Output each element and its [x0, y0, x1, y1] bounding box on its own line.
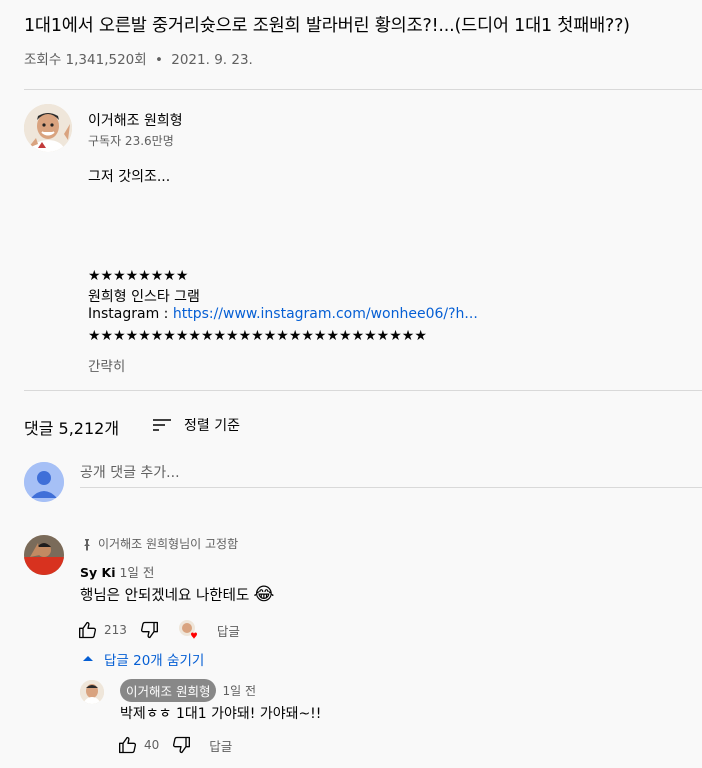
reply-like-count: 40: [144, 738, 160, 752]
description-stars-long: ★★★★★★★★★★★★★★★★★★★★★★★★★★★: [88, 328, 427, 344]
reply-author-avatar[interactable]: [80, 680, 104, 704]
divider-top: [24, 89, 702, 90]
upload-date: 2021. 9. 23.: [171, 52, 253, 68]
dislike-button[interactable]: [137, 618, 161, 642]
description-line1: 그저 갓의조...: [88, 169, 171, 185]
hide-replies-toggle[interactable]: 답글 20개 숨기기: [80, 649, 204, 669]
pinned-indicator: 이거해조 원희형님이 고정함: [80, 535, 238, 552]
reply-actions: 40 답글: [116, 733, 232, 757]
description-insta-label: 원희형 인스타 그램: [88, 289, 200, 305]
like-count: 213: [104, 623, 127, 637]
video-title: 1대1에서 오른발 중거리슛으로 조원희 발라버린 황의조?!...(드디어 1…: [24, 16, 630, 36]
description-insta-line: Instagram : https://www.instagram.com/wo…: [88, 306, 478, 322]
pinned-label: 이거해조 원희형님이 고정함: [98, 537, 239, 551]
thumbs-down-icon: [173, 736, 191, 754]
thumbs-down-icon: [140, 621, 158, 639]
sort-button[interactable]: 정렬 기준: [150, 413, 240, 437]
sort-label: 정렬 기준: [184, 418, 240, 434]
comment-time[interactable]: 1일 전: [119, 565, 154, 580]
laughing-emoji-icon: 😂: [253, 584, 275, 605]
reply-author-line: 이거해조 원희형 1일 전: [120, 679, 256, 702]
divider-description: [24, 390, 702, 391]
reply-time[interactable]: 1일 전: [222, 682, 256, 699]
comments-count: 댓글 5,212개: [24, 419, 120, 438]
add-comment-input[interactable]: 공개 댓글 추가...: [80, 462, 702, 488]
insta-prefix: Instagram :: [88, 306, 173, 322]
reply-reply-button[interactable]: 답글: [209, 736, 232, 755]
subscriber-count: 구독자 23.6만명: [88, 134, 174, 148]
comment-actions: 213 답글: [76, 618, 240, 642]
thumbs-up-icon: [119, 736, 137, 754]
description-stars-short: ★★★★★★★★: [88, 268, 189, 284]
reply-dislike-button[interactable]: [169, 733, 193, 757]
reply-button[interactable]: 답글: [217, 621, 240, 640]
chevron-up-icon: [80, 651, 96, 667]
pin-icon: [80, 537, 94, 551]
meta-separator: •: [154, 52, 163, 68]
reply-like-button[interactable]: [116, 733, 140, 757]
comment-text: 행님은 안되겠네요 나한테도 😂: [80, 584, 274, 605]
show-less-button[interactable]: 간략히: [88, 355, 125, 375]
channel-avatar[interactable]: [24, 104, 72, 152]
user-avatar: [24, 462, 64, 502]
instagram-link[interactable]: https://www.instagram.com/wonhee06/?h...: [173, 306, 478, 322]
comment-body: 행님은 안되겠네요 나한테도: [80, 588, 250, 604]
channel-name[interactable]: 이거해조 원희형: [88, 110, 183, 130]
thumbs-up-icon: [79, 621, 97, 639]
sort-icon: [150, 413, 174, 437]
video-meta: 조회수 1,341,520회 • 2021. 9. 23.: [24, 48, 253, 68]
reply-author-badge[interactable]: 이거해조 원희형: [120, 679, 217, 702]
like-button[interactable]: [76, 618, 100, 642]
creator-heart-icon: [177, 618, 201, 642]
comment-author[interactable]: Sy Ki: [80, 565, 115, 580]
comment-author-line: Sy Ki 1일 전: [80, 562, 154, 581]
view-count: 조회수 1,341,520회: [24, 52, 147, 68]
reply-text: 박제ㅎㅎ 1대1 가야돼! 가야돼~!!: [120, 706, 322, 722]
hide-replies-label: 답글 20개 숨기기: [104, 653, 205, 669]
comment-author-avatar[interactable]: [24, 535, 64, 575]
